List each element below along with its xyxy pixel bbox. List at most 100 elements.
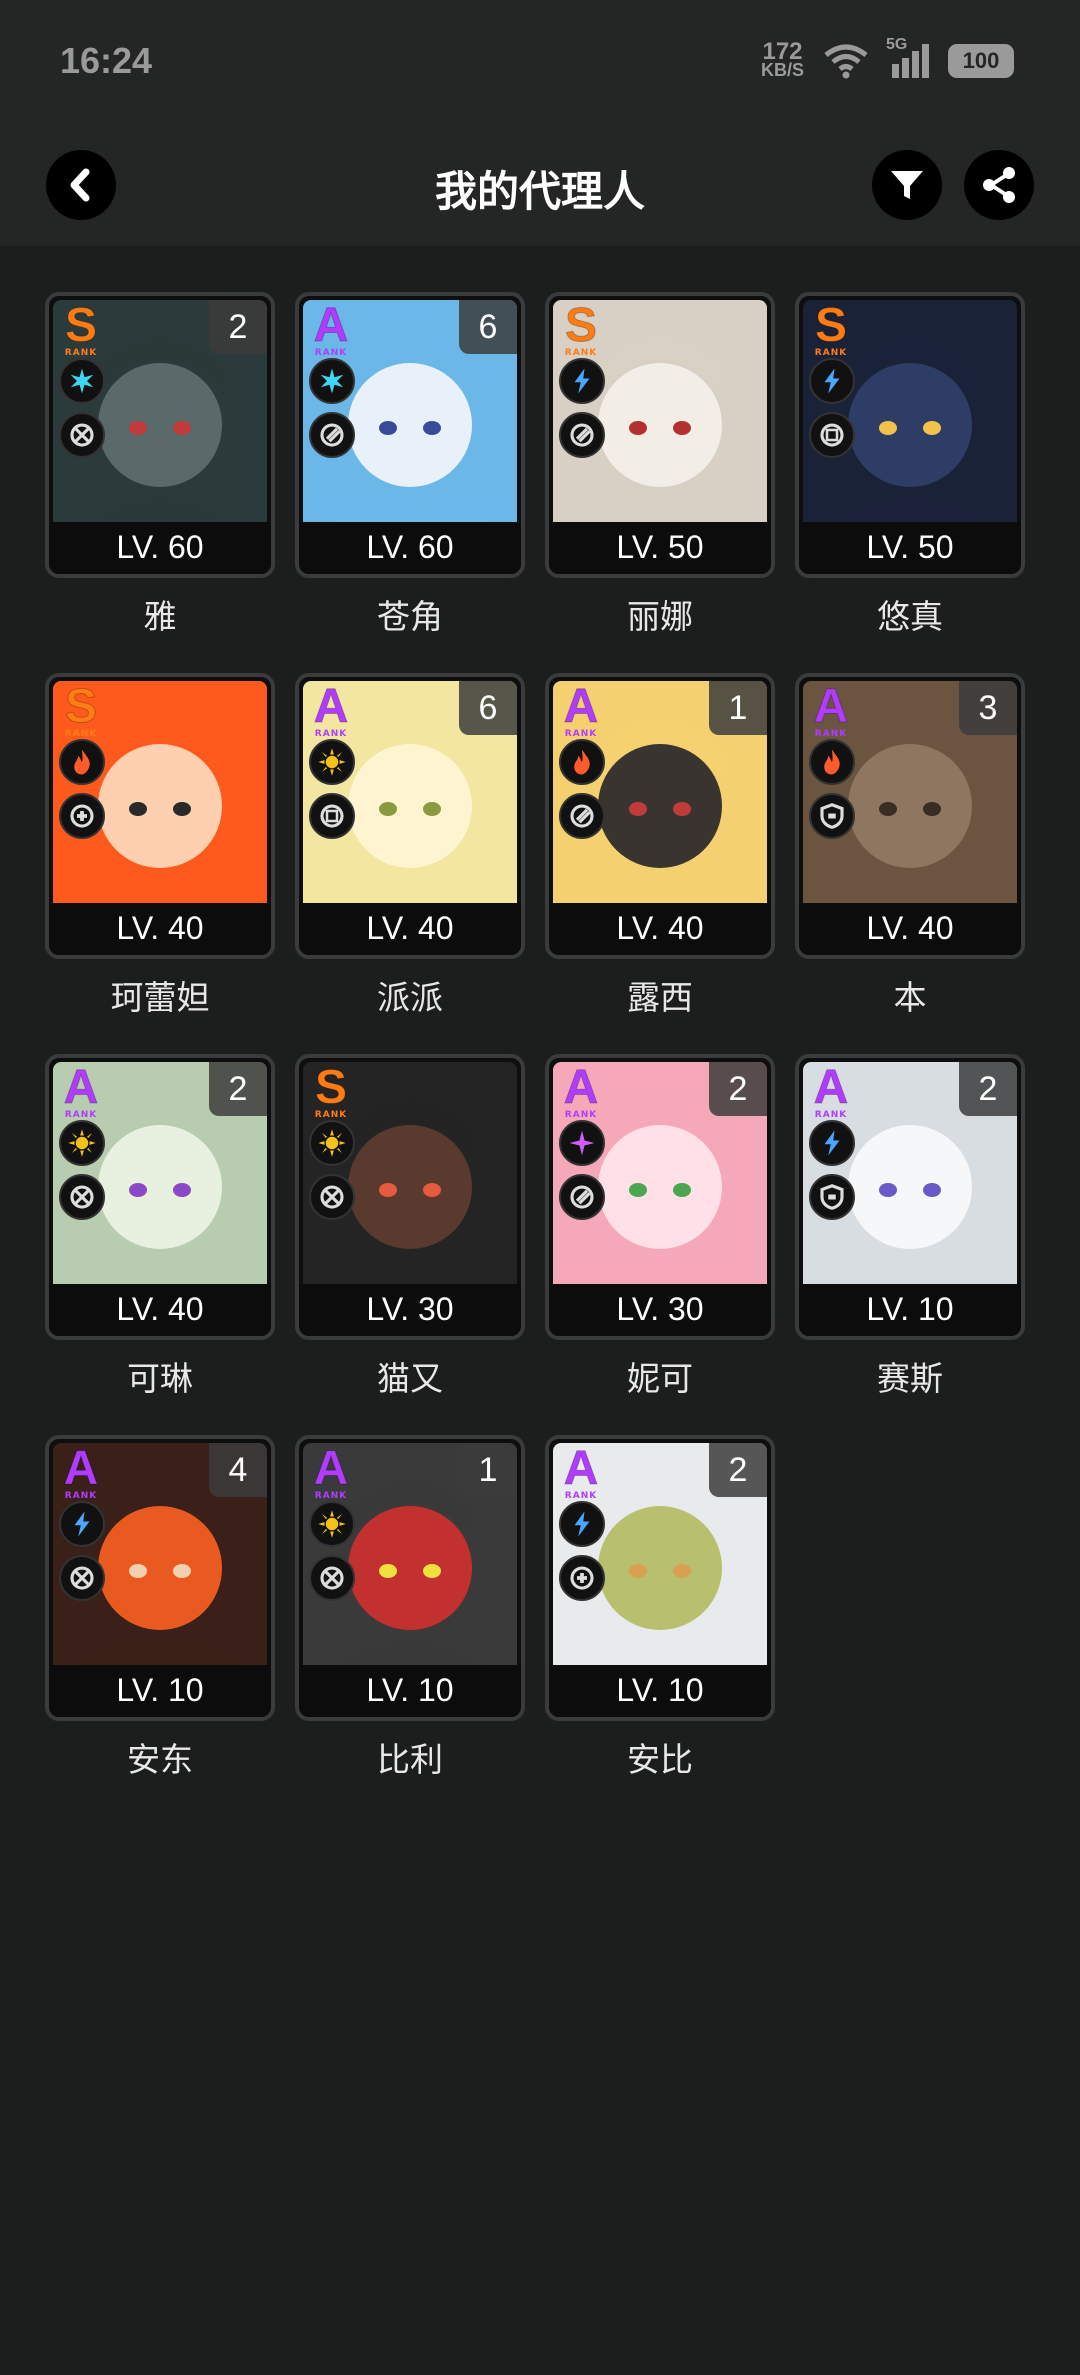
rank-sub: RANK (64, 348, 98, 358)
agent-name: 珂蕾妲 (110, 978, 210, 1017)
agent-card[interactable]: A RANK 6 LV. 40 (295, 673, 525, 959)
agent-name: 悠真 (877, 597, 943, 636)
attack-specialty-icon (309, 1555, 355, 1601)
stun-specialty-icon (559, 1555, 605, 1601)
agent-level: LV. 40 (549, 903, 771, 955)
support-specialty-icon (559, 1174, 605, 1220)
rank-letter: S (314, 1061, 347, 1114)
agent-card[interactable]: S RANK LV. 30 (295, 1054, 525, 1340)
physical-attribute-icon (309, 739, 355, 785)
filter-button[interactable] (872, 150, 942, 220)
rank-badge: A RANK (307, 1442, 355, 1501)
agent-item[interactable]: A RANK 2 LV. 10 赛斯 (795, 1054, 1025, 1435)
support-specialty-icon (559, 793, 605, 839)
agent-name: 妮可 (627, 1359, 693, 1398)
fire-attribute-icon (559, 739, 605, 785)
agent-name: 雅 (143, 597, 177, 636)
network-speed-unit: KB/S (760, 60, 804, 80)
agent-card[interactable]: S RANK 2 LV. 60 (45, 292, 275, 578)
cinema-level: 6 (459, 681, 517, 735)
agent-level: LV. 60 (299, 522, 521, 574)
cinema-level: 1 (459, 1443, 517, 1497)
rank-letter: S (64, 680, 97, 733)
fire-attribute-icon (59, 739, 105, 785)
agent-card[interactable]: A RANK 3 LV. 40 (795, 673, 1025, 959)
rank-badge: S RANK (57, 680, 105, 739)
agent-name: 露西 (627, 978, 693, 1017)
rank-sub: RANK (64, 729, 98, 739)
rank-letter: A (563, 1442, 599, 1495)
agent-level: LV. 10 (549, 1665, 771, 1717)
rank-sub: RANK (564, 348, 598, 358)
rank-letter: S (64, 299, 97, 352)
agent-item[interactable]: S RANK LV. 30 猫又 (295, 1054, 525, 1435)
rank-letter: A (313, 1442, 349, 1495)
attack-specialty-icon (59, 1174, 105, 1220)
rank-sub: RANK (314, 729, 348, 739)
rank-badge: A RANK (307, 299, 355, 358)
rank-badge: A RANK (557, 682, 605, 739)
agent-item[interactable]: A RANK 2 LV. 10 安比 (545, 1435, 775, 1816)
agent-item[interactable]: A RANK 6 LV. 60 苍角 (295, 292, 525, 673)
agent-card[interactable]: S RANK LV. 50 (545, 292, 775, 578)
rank-sub: RANK (814, 1110, 848, 1120)
agent-card[interactable]: S RANK LV. 50 (795, 292, 1025, 578)
agent-card[interactable]: A RANK 1 LV. 40 (545, 673, 775, 959)
agent-item[interactable]: A RANK 6 LV. 40 派派 (295, 673, 525, 1054)
rank-sub: RANK (564, 729, 598, 739)
agent-level: LV. 40 (49, 1284, 271, 1336)
filter-icon (891, 171, 923, 199)
agent-item[interactable]: A RANK 4 LV. 10 安东 (45, 1435, 275, 1816)
network-type: 5G (886, 36, 908, 53)
agent-item[interactable]: A RANK 2 LV. 30 妮可 (545, 1054, 775, 1435)
physical-attribute-icon (309, 1120, 355, 1166)
agent-card[interactable]: A RANK 2 LV. 10 (795, 1054, 1025, 1340)
anomaly-specialty-icon (809, 412, 855, 458)
agent-card[interactable]: A RANK 2 LV. 30 (545, 1054, 775, 1340)
rank-sub: RANK (814, 348, 848, 358)
agent-item[interactable]: A RANK 1 LV. 10 比利 (295, 1435, 525, 1816)
electric-attribute-icon (809, 358, 855, 404)
rank-badge: S RANK (557, 299, 605, 358)
rank-sub: RANK (314, 1491, 348, 1501)
agent-card[interactable]: A RANK 2 LV. 10 (545, 1435, 775, 1721)
cinema-level: 1 (709, 681, 767, 735)
agent-item[interactable]: A RANK 2 LV. 40 可琳 (45, 1054, 275, 1435)
agent-name: 安比 (627, 1740, 693, 1779)
agent-level: LV. 60 (49, 522, 271, 574)
agent-item[interactable]: S RANK LV. 50 悠真 (795, 292, 1025, 673)
share-button[interactable] (964, 150, 1034, 220)
agent-item[interactable]: A RANK 1 LV. 40 露西 (545, 673, 775, 1054)
rank-letter: S (814, 299, 847, 352)
agent-item[interactable]: S RANK LV. 50 丽娜 (545, 292, 775, 673)
rank-sub: RANK (564, 1491, 598, 1501)
agent-item[interactable]: A RANK 3 LV. 40 本 (795, 673, 1025, 1054)
cinema-level: 2 (709, 1062, 767, 1116)
agent-card[interactable]: S RANK LV. 40 (45, 673, 275, 959)
defense-specialty-icon (809, 1174, 855, 1220)
agent-card[interactable]: A RANK 1 LV. 10 (295, 1435, 525, 1721)
agent-item[interactable]: S RANK LV. 40 珂蕾妲 (45, 673, 275, 1054)
agent-level: LV. 30 (549, 1284, 771, 1336)
ice-attribute-icon (309, 358, 355, 404)
rank-letter: A (63, 1442, 99, 1495)
rank-sub: RANK (314, 348, 348, 358)
agent-card[interactable]: A RANK 2 LV. 40 (45, 1054, 275, 1340)
rank-letter: A (63, 1061, 99, 1114)
agent-level: LV. 10 (299, 1665, 521, 1717)
rank-sub: RANK (314, 1110, 348, 1120)
agent-grid: S RANK 2 LV. 60 雅 A RANK 6 LV. 60 苍角 S R… (45, 292, 1025, 1816)
rank-badge: A RANK (307, 682, 355, 739)
agent-level: LV. 10 (49, 1665, 271, 1717)
attack-specialty-icon (59, 1555, 105, 1601)
rank-letter: A (313, 299, 349, 352)
wifi-icon (824, 44, 868, 79)
rank-letter: S (564, 299, 597, 352)
agent-card[interactable]: A RANK 6 LV. 60 (295, 292, 525, 578)
agent-item[interactable]: S RANK 2 LV. 60 雅 (45, 292, 275, 673)
electric-attribute-icon (559, 358, 605, 404)
agent-name: 比利 (377, 1740, 443, 1779)
status-icons: 172 KB/S 5G 100 (760, 36, 1014, 80)
agent-card[interactable]: A RANK 4 LV. 10 (45, 1435, 275, 1721)
rank-badge: A RANK (807, 1063, 855, 1120)
